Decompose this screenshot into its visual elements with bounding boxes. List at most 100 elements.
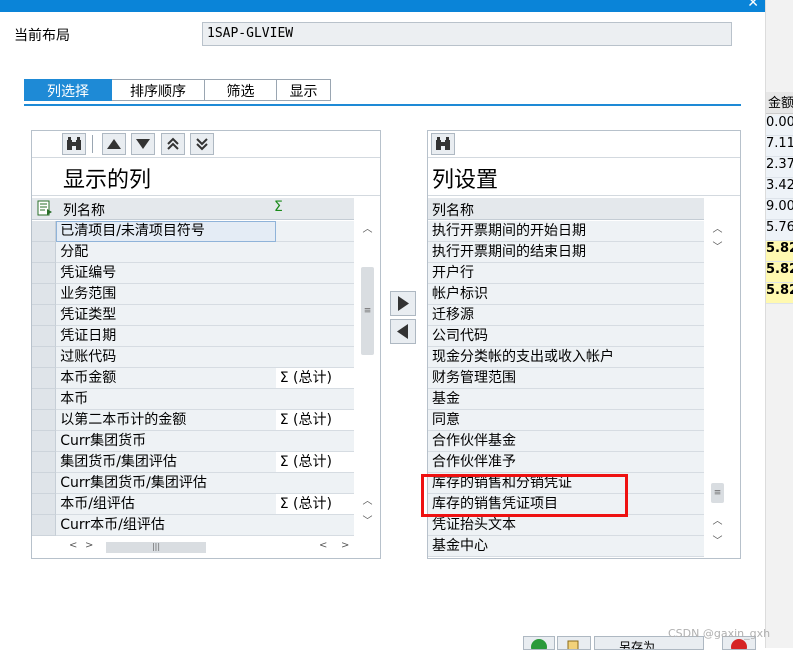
table-row[interactable]: 帐户标识 <box>428 284 704 305</box>
table-row[interactable]: 凭证编号 <box>32 263 354 284</box>
move-to-bottom-icon[interactable] <box>190 133 214 155</box>
table-row[interactable]: 现金分类帐的支出或收入帐户 <box>428 347 704 368</box>
sum-cell[interactable]: Σ (总计) <box>275 368 354 389</box>
scroll-up-icon[interactable]: ︿ <box>709 513 726 531</box>
column-name-cell: 凭证编号 <box>56 263 276 284</box>
move-to-right-button[interactable] <box>390 291 416 316</box>
row-selector[interactable] <box>32 368 57 389</box>
table-row[interactable]: 合作伙伴基金 <box>428 431 704 452</box>
row-selector[interactable] <box>32 263 57 284</box>
table-row[interactable]: 公司代码 <box>428 326 704 347</box>
save-as-label: 另存为 <box>619 640 656 650</box>
close-icon[interactable]: ✕ <box>747 0 759 11</box>
scroll-right-icon[interactable]: > <box>341 540 349 551</box>
sum-cell[interactable] <box>275 515 354 536</box>
table-row[interactable]: 本币/组评估 Σ (总计) <box>32 494 354 515</box>
table-row[interactable]: 业务范围 <box>32 284 354 305</box>
table-row[interactable]: 财务管理范围 <box>428 368 704 389</box>
table-row[interactable]: 本币金额 Σ (总计) <box>32 368 354 389</box>
table-row[interactable]: Curr本币/组评估 <box>32 515 354 536</box>
scroll-thumb[interactable]: ≡ <box>711 483 724 503</box>
table-row[interactable]: Curr集团货币/集团评估 <box>32 473 354 494</box>
row-selector[interactable] <box>32 305 57 326</box>
scroll-up-icon[interactable]: ︿ <box>359 493 376 511</box>
find-binoculars-icon[interactable] <box>431 133 455 155</box>
sum-cell[interactable]: Σ (总计) <box>275 494 354 515</box>
table-row[interactable]: 分配 <box>32 242 354 263</box>
sum-cell[interactable] <box>275 326 354 347</box>
scroll-down-icon[interactable]: ﹀ <box>709 533 726 551</box>
sum-cell[interactable] <box>275 263 354 284</box>
scroll-down-icon[interactable]: ﹀ <box>359 513 376 531</box>
table-row[interactable]: 过账代码 <box>32 347 354 368</box>
table-row[interactable]: 执行开票期间的开始日期 <box>428 221 704 242</box>
row-selector[interactable] <box>32 347 57 368</box>
row-selector[interactable] <box>32 389 57 410</box>
table-row[interactable]: 迁移源 <box>428 305 704 326</box>
left-vertical-scrollbar[interactable]: ︿ ≡ ︿ ﹀ <box>359 221 376 533</box>
table-row[interactable]: 本币 <box>32 389 354 410</box>
move-to-left-button[interactable] <box>390 319 416 344</box>
displayed-columns-panel: 显示的列 列名称 Σ 已清项目/未清项目符号 分配 凭证编号 业务范围 凭证类型 凭证日期… <box>31 130 381 559</box>
table-row[interactable]: 集团货币/集团评估 Σ (总计) <box>32 452 354 473</box>
sum-cell[interactable] <box>275 473 354 494</box>
table-row[interactable]: 同意 <box>428 410 704 431</box>
tab-display[interactable]: 显示 <box>277 79 331 101</box>
table-row[interactable]: 凭证日期 <box>32 326 354 347</box>
background-cell: 5.76 <box>766 220 793 241</box>
sum-cell[interactable] <box>275 305 354 326</box>
row-selector[interactable] <box>32 473 57 494</box>
column-config-icon[interactable] <box>37 200 53 220</box>
sum-cell[interactable] <box>275 389 354 410</box>
sum-cell[interactable] <box>275 431 354 452</box>
sum-cell[interactable] <box>275 242 354 263</box>
row-selector[interactable] <box>32 452 57 473</box>
sum-cell[interactable]: Σ (总计) <box>275 452 354 473</box>
scroll-up-icon[interactable]: ︿ <box>359 221 376 239</box>
scroll-up-icon[interactable]: ︿ <box>709 221 726 239</box>
row-selector[interactable] <box>32 242 57 263</box>
table-row[interactable]: 以第二本币计的金额 Σ (总计) <box>32 410 354 431</box>
column-name-cell: 已清项目/未清项目符号 <box>56 221 276 242</box>
table-row[interactable]: 基金中心 <box>428 536 704 557</box>
tab-column-selection[interactable]: 列选择 <box>24 79 112 101</box>
move-to-top-icon[interactable] <box>161 133 185 155</box>
scroll-down-icon[interactable]: ﹀ <box>709 239 726 257</box>
move-up-icon[interactable] <box>102 133 126 155</box>
row-selector[interactable] <box>32 431 57 452</box>
scroll-left-icon[interactable]: < <box>319 540 327 551</box>
column-name-cell: 过账代码 <box>56 347 276 368</box>
row-selector[interactable] <box>32 494 57 515</box>
row-selector[interactable] <box>32 515 57 536</box>
scroll-thumb[interactable]: ≡ <box>361 267 374 355</box>
row-selector[interactable] <box>32 410 57 431</box>
scroll-right-icon[interactable]: > <box>85 540 93 551</box>
left-horizontal-scrollbar-name[interactable]: < > ||| <box>63 539 213 555</box>
column-name-cell: 基金中心 <box>428 536 704 557</box>
tab-sort-order[interactable]: 排序顺序 <box>112 79 205 101</box>
left-toolbar <box>32 131 380 158</box>
sum-cell[interactable] <box>275 284 354 305</box>
hscroll-thumb[interactable]: ||| <box>106 542 206 553</box>
move-down-icon[interactable] <box>131 133 155 155</box>
tab-strip: 列选择 排序顺序 筛选 显示 <box>24 79 331 101</box>
table-row[interactable]: 开户行 <box>428 263 704 284</box>
right-vertical-scrollbar[interactable]: ︿ ﹀ ≡ ︿ ﹀ <box>709 221 726 554</box>
sum-cell[interactable] <box>275 221 354 242</box>
row-selector[interactable] <box>32 326 57 347</box>
scroll-left-icon[interactable]: < <box>69 540 77 551</box>
table-row[interactable]: 凭证类型 <box>32 305 354 326</box>
tab-filter[interactable]: 筛选 <box>205 79 277 101</box>
left-horizontal-scrollbar-sum[interactable]: < > <box>315 539 355 555</box>
table-row[interactable]: 已清项目/未清项目符号 <box>32 221 354 242</box>
table-row[interactable]: 执行开票期间的结束日期 <box>428 242 704 263</box>
table-row[interactable]: 基金 <box>428 389 704 410</box>
table-row[interactable]: 凭证抬头文本 <box>428 515 704 536</box>
table-row[interactable]: 合作伙伴准予 <box>428 452 704 473</box>
row-selector[interactable] <box>32 284 57 305</box>
find-binoculars-icon[interactable] <box>62 133 86 155</box>
table-row[interactable]: Curr集团货币 <box>32 431 354 452</box>
sum-cell[interactable] <box>275 347 354 368</box>
sum-cell[interactable]: Σ (总计) <box>275 410 354 431</box>
row-selector[interactable] <box>32 221 57 242</box>
